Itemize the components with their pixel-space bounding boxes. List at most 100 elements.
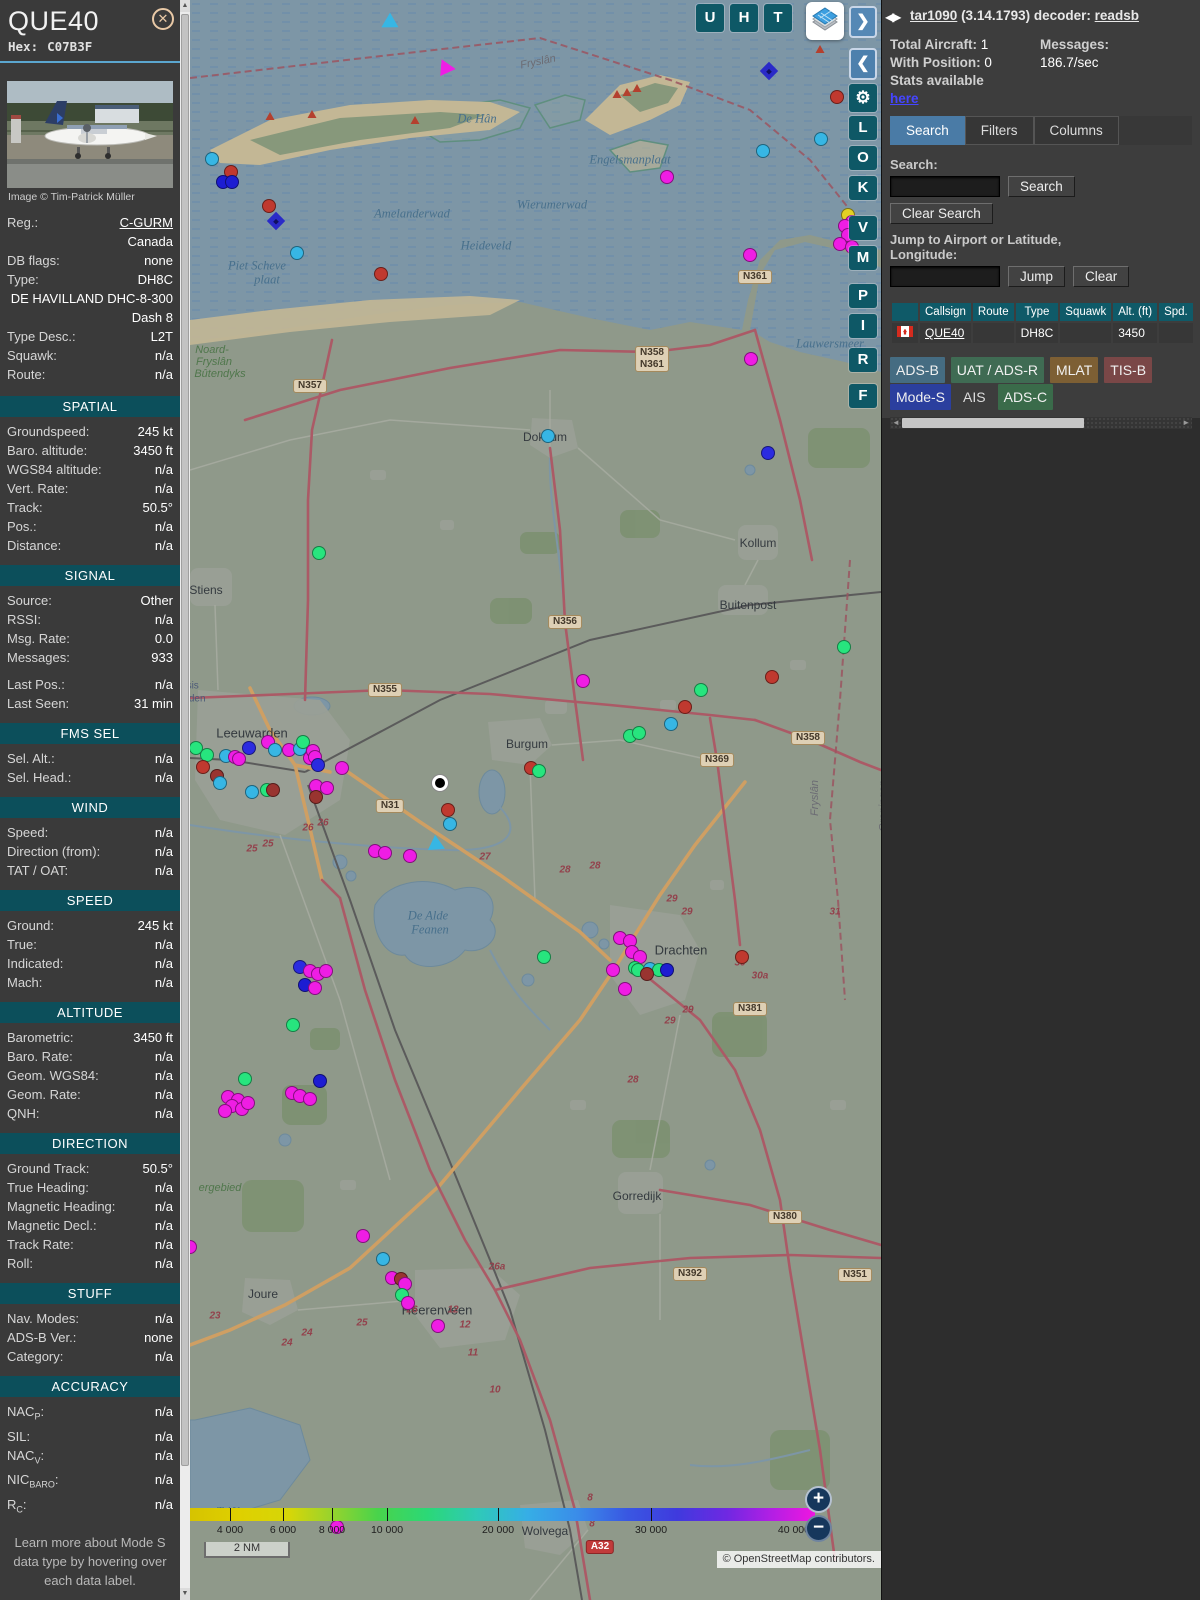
aircraft-position-dot[interactable]: [660, 170, 674, 184]
aircraft-position-dot[interactable]: [537, 950, 551, 964]
map-button-p[interactable]: P: [849, 284, 877, 308]
aircraft-position-dot[interactable]: [756, 144, 770, 158]
jump-button[interactable]: Jump: [1008, 266, 1066, 287]
aircraft-position-dot[interactable]: [837, 640, 851, 654]
aircraft-position-dot[interactable]: [262, 199, 276, 213]
aircraft-position-dot[interactable]: [311, 758, 325, 772]
map-button-r[interactable]: R: [849, 348, 877, 372]
aircraft-position-dot[interactable]: [290, 246, 304, 260]
aircraft-position-dot[interactable]: [378, 846, 392, 860]
col-type[interactable]: Type: [1015, 303, 1059, 321]
aircraft-position-dot[interactable]: [213, 776, 227, 790]
search-input[interactable]: [890, 176, 1000, 197]
aircraft-position-dot[interactable]: [313, 1074, 327, 1088]
aircraft-position-dot[interactable]: [225, 175, 239, 189]
aircraft-position-dot[interactable]: [664, 717, 678, 731]
aircraft-position-dot[interactable]: [443, 817, 457, 831]
aircraft-position-dot[interactable]: [735, 950, 749, 964]
aircraft-position-dot[interactable]: [308, 981, 322, 995]
panel-expand-button[interactable]: ❯: [849, 6, 877, 38]
aircraft-position-dot[interactable]: [678, 700, 692, 714]
aircraft-position-dot[interactable]: [356, 1229, 370, 1243]
map-button-h[interactable]: H: [730, 4, 758, 32]
table-h-scrollbar[interactable]: ◄ ►: [890, 417, 1192, 429]
zoom-in-button[interactable]: +: [805, 1486, 832, 1513]
info-value[interactable]: C-GURM: [120, 213, 173, 232]
close-icon[interactable]: ✕: [152, 8, 174, 30]
aircraft-position-dot[interactable]: [606, 963, 620, 977]
aircraft-position-dot[interactable]: [744, 352, 758, 366]
aircraft-position-dot[interactable]: [205, 152, 219, 166]
aircraft-position-dot[interactable]: [694, 683, 708, 697]
scroll-down-icon[interactable]: ▼: [180, 1588, 190, 1600]
aircraft-position-dot[interactable]: [431, 1319, 445, 1333]
stats-here-link[interactable]: here: [890, 91, 1040, 106]
scroll-up-icon[interactable]: ▲: [180, 0, 190, 12]
map-button-m[interactable]: M: [849, 246, 877, 270]
aircraft-position-dot[interactable]: [245, 785, 259, 799]
map-button-k[interactable]: K: [849, 176, 877, 200]
aircraft-position-dot[interactable]: [374, 267, 388, 281]
map[interactable]: Amelanderwad Wierumerwad Engelsmanplaat De …: [190, 0, 881, 1600]
map-button-l[interactable]: L: [849, 116, 877, 140]
map-button-o[interactable]: O: [849, 146, 877, 170]
aircraft-position-dot[interactable]: [401, 1296, 415, 1310]
map-button-i[interactable]: I: [849, 314, 877, 338]
aircraft-position-dot[interactable]: [376, 1252, 390, 1266]
aircraft-position-dot[interactable]: [441, 803, 455, 817]
tar1090-link[interactable]: tar1090: [910, 8, 957, 23]
tab-columns[interactable]: Columns: [1033, 116, 1119, 145]
aircraft-position-dot[interactable]: [266, 783, 280, 797]
panel-collapse-button[interactable]: ❮: [849, 48, 877, 80]
col-spd[interactable]: Spd.: [1159, 303, 1193, 321]
aircraft-position-dot[interactable]: [576, 674, 590, 688]
zoom-out-button[interactable]: −: [805, 1515, 832, 1542]
tab-search[interactable]: Search: [890, 116, 965, 145]
aircraft-track-arrow[interactable]: [428, 835, 449, 857]
aircraft-position-dot[interactable]: [632, 726, 646, 740]
map-button-v[interactable]: V: [849, 216, 877, 240]
aircraft-position-dot[interactable]: [238, 1072, 252, 1086]
layer-switcher-button[interactable]: [806, 2, 844, 40]
aircraft-track-arrow[interactable]: [440, 59, 456, 77]
aircraft-position-dot[interactable]: [312, 546, 326, 560]
aircraft-position-dot[interactable]: [196, 760, 210, 774]
tab-filters[interactable]: Filters: [964, 116, 1034, 145]
scrollbar-thumb[interactable]: [181, 14, 189, 1466]
scroll-right-icon[interactable]: ►: [1182, 417, 1190, 429]
aircraft-position-dot[interactable]: [403, 849, 417, 863]
col-squawk[interactable]: Squawk: [1060, 303, 1112, 321]
aircraft-position-dot[interactable]: [268, 743, 282, 757]
aircraft-position-dot[interactable]: [765, 670, 779, 684]
jump-input[interactable]: [890, 266, 1000, 287]
aircraft-position-dot[interactable]: [303, 1092, 317, 1106]
aircraft-track-arrow[interactable]: [377, 13, 398, 35]
col-icon[interactable]: [892, 303, 918, 321]
callsign-cell[interactable]: QUE40: [920, 323, 971, 343]
selected-aircraft-marker[interactable]: [432, 775, 448, 791]
table-row[interactable]: QUE40 DH8C 3450: [892, 323, 1193, 343]
readsb-link[interactable]: readsb: [1095, 8, 1139, 23]
aircraft-position-dot[interactable]: [660, 963, 674, 977]
aircraft-position-dot[interactable]: [286, 1018, 300, 1032]
aircraft-position-dot[interactable]: [532, 764, 546, 778]
aircraft-position-dot[interactable]: [242, 741, 256, 755]
col-route[interactable]: Route: [972, 303, 1014, 321]
clear-search-button[interactable]: Clear Search: [890, 203, 993, 224]
col-callsign[interactable]: Callsign: [920, 303, 971, 321]
map-button-t[interactable]: T: [764, 4, 792, 32]
aircraft-position-dot[interactable]: [830, 90, 844, 104]
sidebar-scrollbar[interactable]: ▲ ▼: [180, 0, 190, 1600]
scroll-left-icon[interactable]: ◄: [892, 417, 900, 429]
search-button[interactable]: Search: [1008, 176, 1075, 197]
panel-collapse-icon[interactable]: ◀▶: [885, 10, 902, 24]
aircraft-position-dot[interactable]: [640, 967, 654, 981]
aircraft-position-dot[interactable]: [218, 1104, 232, 1118]
aircraft-position-dot[interactable]: [335, 761, 349, 775]
aircraft-position-dot[interactable]: [743, 248, 757, 262]
aircraft-position-dot[interactable]: [319, 964, 333, 978]
aircraft-position-dot[interactable]: [232, 752, 246, 766]
osm-attribution[interactable]: © OpenStreetMap contributors.: [716, 1551, 881, 1568]
map-button-u[interactable]: U: [696, 4, 724, 32]
aircraft-position-dot[interactable]: [309, 790, 323, 804]
